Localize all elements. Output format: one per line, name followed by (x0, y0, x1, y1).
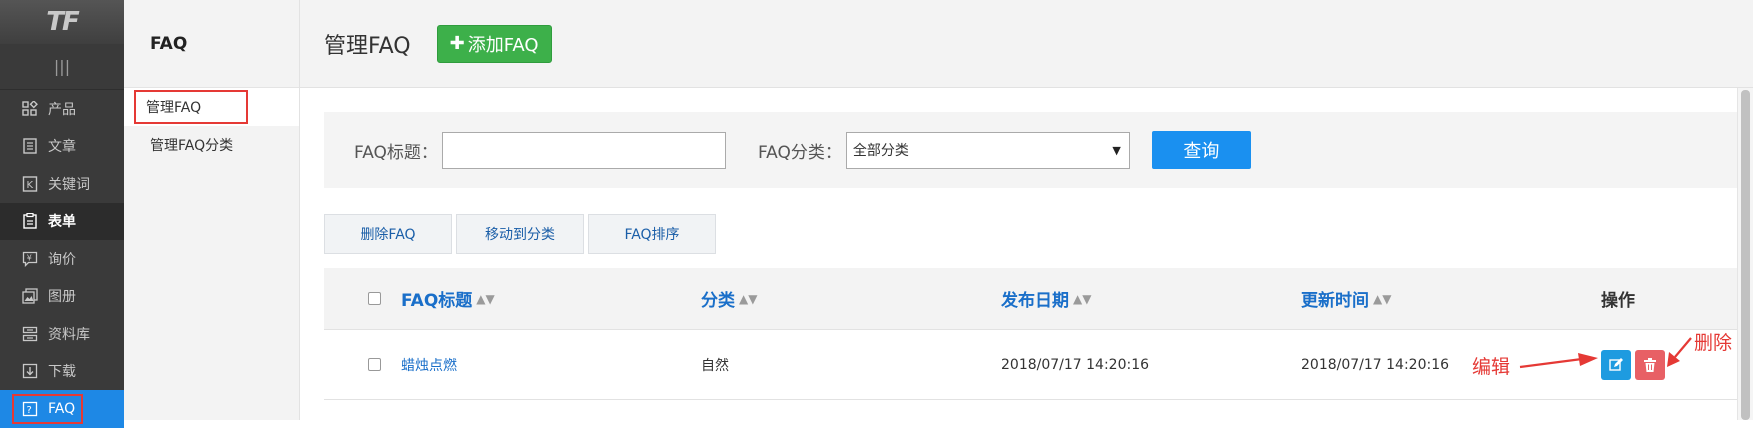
column-header-category[interactable]: 分类 ▲▼ (701, 268, 757, 329)
sub-sidebar: FAQ 管理FAQ 管理FAQ分类 (124, 0, 300, 420)
sidebar-item-download[interactable]: 下载 (0, 353, 124, 391)
trash-icon (1644, 357, 1656, 372)
products-icon (22, 100, 38, 117)
column-header-updated[interactable]: 更新时间 ▲▼ (1301, 268, 1391, 329)
sidebar-item-products[interactable]: 产品 (0, 90, 124, 128)
faq-category-select[interactable]: 全部分类 ▼ (845, 131, 1130, 169)
column-header-title[interactable]: FAQ标题 ▲▼ (401, 268, 495, 329)
download-icon (22, 363, 38, 379)
sort-icon: ▲▼ (1073, 291, 1092, 306)
collapse-menu-icon[interactable]: ||| (0, 44, 124, 90)
column-label: 发布日期 (1001, 291, 1069, 311)
table-header: FAQ标题 ▲▼ 分类 ▲▼ 发布日期 ▲▼ 更新时间 ▲▼ 操作 (324, 268, 1737, 330)
column-header-actions: 操作 (1601, 268, 1635, 329)
row-category: 自然 (701, 357, 729, 374)
faq-sort-button[interactable]: FAQ排序 (588, 214, 716, 254)
sort-icon: ▲▼ (1373, 291, 1392, 306)
keyword-icon: K (22, 176, 38, 192)
logo: TF (0, 0, 124, 44)
sidebar-item-label: 表单 (48, 214, 76, 231)
add-faq-label: 添加FAQ (467, 34, 539, 56)
edit-annotation: 编辑 (1472, 356, 1511, 378)
subnav-item-manage-faq-category[interactable]: 管理FAQ分类 (124, 126, 299, 164)
delete-button[interactable] (1635, 349, 1665, 380)
select-all-cell (368, 268, 381, 329)
subnav-item-label: 管理FAQ分类 (150, 138, 234, 154)
sidebar-item-label: 图册 (48, 289, 76, 306)
query-button[interactable]: 查询 (1151, 131, 1251, 169)
sidebar-item-label: 产品 (48, 101, 76, 118)
sub-sidebar-title: FAQ (124, 0, 299, 88)
sidebar-item-label: 资料库 (48, 326, 90, 343)
edit-button[interactable] (1601, 349, 1631, 380)
faq-category-label: FAQ分类： (757, 142, 842, 163)
album-icon (22, 288, 38, 304)
page-title: 管理FAQ (324, 33, 411, 59)
column-label: 分类 (701, 291, 735, 311)
row-checkbox[interactable] (368, 358, 381, 371)
sidebar-item-keyword[interactable]: K 关键词 (0, 165, 124, 203)
database-icon (22, 326, 38, 342)
page-header: 管理FAQ ✚ 添加FAQ (300, 0, 1753, 88)
plus-icon: ✚ (449, 33, 465, 54)
category-select-value: 全部分类 (852, 143, 909, 159)
subnav-item-label: 管理FAQ (146, 100, 202, 116)
sort-icon: ▲▼ (476, 291, 495, 306)
sort-icon: ▲▼ (739, 291, 758, 306)
vertical-scrollbar[interactable] (1737, 88, 1753, 420)
article-icon (22, 138, 38, 154)
row-published-date: 2018/07/17 14:20:16 (1001, 356, 1150, 373)
logo-text: TF (46, 7, 79, 37)
highlight-box: 管理FAQ (134, 90, 248, 124)
svg-text:?: ? (27, 405, 32, 416)
sidebar-item-album[interactable]: 图册 (0, 278, 124, 316)
sidebar-item-label: 下载 (48, 364, 76, 381)
svg-text:¥: ¥ (27, 253, 32, 262)
sidebar-item-database[interactable]: 资料库 (0, 315, 124, 353)
sidebar-item-article[interactable]: 文章 (0, 128, 124, 166)
svg-text:K: K (27, 180, 34, 191)
delete-annotation-arrow-icon (1667, 337, 1692, 367)
column-label: 操作 (1601, 291, 1635, 311)
faq-title-input[interactable] (441, 131, 726, 169)
sidebar-item-label: 关键词 (48, 176, 90, 193)
faq-icon: ? (22, 401, 38, 417)
faq-title-label: FAQ标题： (354, 142, 438, 163)
row-actions (1601, 330, 1665, 399)
sidebar-item-inquiry[interactable]: ¥ 询价 (0, 240, 124, 278)
filter-panel: FAQ标题： FAQ分类： 全部分类 ▼ 查询 (324, 112, 1737, 188)
move-to-category-button[interactable]: 移动到分类 (456, 214, 584, 254)
row-updated-time: 2018/07/17 14:20:16 (1301, 356, 1450, 373)
scrollbar-thumb[interactable] (1741, 90, 1750, 420)
column-header-published[interactable]: 发布日期 ▲▼ (1001, 268, 1091, 329)
delete-faq-button[interactable]: 删除FAQ (324, 214, 452, 254)
column-label: 更新时间 (1301, 291, 1369, 311)
sidebar-item-label: FAQ (48, 400, 76, 417)
inquiry-icon: ¥ (22, 251, 38, 267)
delete-annotation: 删除 (1694, 332, 1733, 354)
main-sidebar: TF ||| 产品 文章 K 关键词 表单 ¥ 询价 图册 资料库 下载 ? F… (0, 0, 124, 428)
edit-annotation-arrow-icon (1519, 353, 1598, 369)
sidebar-item-label: 询价 (48, 251, 76, 268)
edit-icon (1609, 357, 1623, 371)
sidebar-item-faq[interactable]: ? FAQ (0, 390, 124, 428)
highlight-box: ? FAQ (12, 393, 84, 424)
select-all-checkbox[interactable] (368, 292, 381, 305)
add-faq-button[interactable]: ✚ 添加FAQ (436, 24, 552, 63)
row-title-link[interactable]: 蜡烛点燃 (401, 330, 457, 399)
subnav-item-manage-faq[interactable]: 管理FAQ (124, 88, 299, 126)
row-select-cell (368, 330, 381, 399)
sidebar-item-form[interactable]: 表单 (0, 202, 124, 240)
sidebar-item-label: 文章 (48, 139, 76, 156)
column-label: FAQ标题 (401, 291, 473, 311)
form-icon (22, 213, 38, 229)
dropdown-arrow-icon: ▼ (1112, 143, 1121, 157)
